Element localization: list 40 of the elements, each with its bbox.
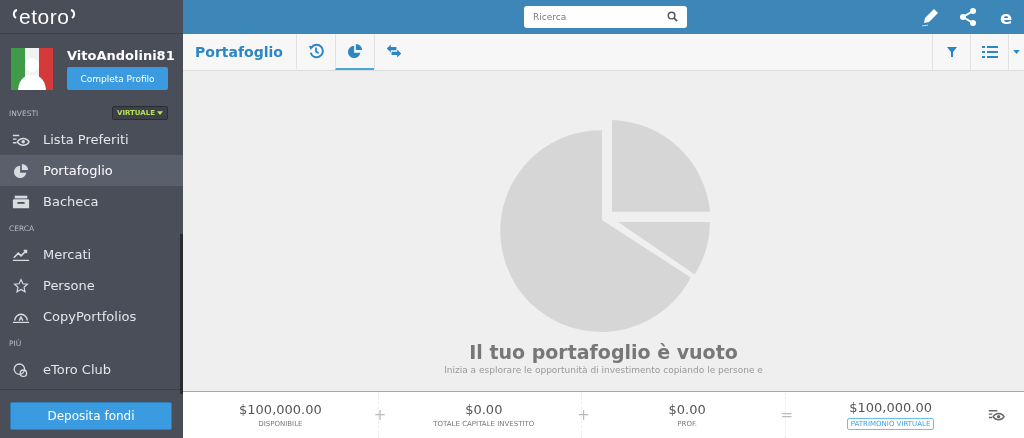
rings-icon — [12, 361, 30, 378]
caret-icon — [157, 111, 163, 115]
history-icon — [307, 43, 324, 59]
star-icon — [12, 277, 30, 294]
nav-item[interactable]: Bacheca — [0, 186, 183, 217]
page-title: Portafoglio — [194, 44, 284, 60]
horn-icon — [12, 8, 18, 19]
brand-logo[interactable]: e — [996, 6, 1016, 28]
pie-chart-icon — [346, 43, 363, 59]
empty-state-title: Il tuo portafoglio è vuoto — [469, 341, 738, 363]
search-field[interactable]: Ricerca — [524, 6, 687, 28]
username: VitoAndolini81 — [67, 48, 175, 63]
logo-text: etoro — [19, 4, 70, 29]
stat-value: $0.00 — [668, 402, 706, 417]
eye-list-icon[interactable] — [988, 409, 1005, 421]
stat-value: $100,000.00 — [849, 400, 932, 415]
caret-icon — [1013, 50, 1020, 54]
nav-item[interactable]: CopyPortfolios — [0, 301, 183, 332]
share-icon[interactable] — [958, 7, 978, 27]
empty-state-text: Inizia a esplorare le opportunità di investimento copiando le persone e — [444, 365, 763, 375]
nav-item[interactable]: Mercati — [0, 239, 183, 270]
avatar-silhouette[interactable] — [11, 48, 53, 90]
scrollbar[interactable] — [180, 234, 183, 394]
swap-arrows-icon — [385, 43, 402, 59]
nav-item[interactable]: Lista Preferiti — [0, 124, 183, 155]
pie-chart-icon — [12, 162, 30, 179]
operator-sign: + — [373, 406, 387, 424]
stat-value: $100,000.00 — [239, 402, 322, 417]
operator-sign: = — [780, 406, 794, 424]
operator-sign: + — [577, 406, 590, 424]
horn-icon — [70, 8, 77, 19]
nav-item[interactable]: eToro Club — [0, 354, 183, 385]
pencil-icon[interactable] — [920, 7, 940, 27]
inbox-tray-icon — [12, 193, 30, 210]
nav-item[interactable]: Portafoglio — [0, 155, 183, 186]
nav-item[interactable]: Persone — [0, 270, 183, 301]
stat-value: $0.00 — [465, 402, 503, 417]
filter-icon — [946, 47, 957, 57]
search-icon — [667, 11, 678, 22]
list-icon — [981, 44, 998, 60]
